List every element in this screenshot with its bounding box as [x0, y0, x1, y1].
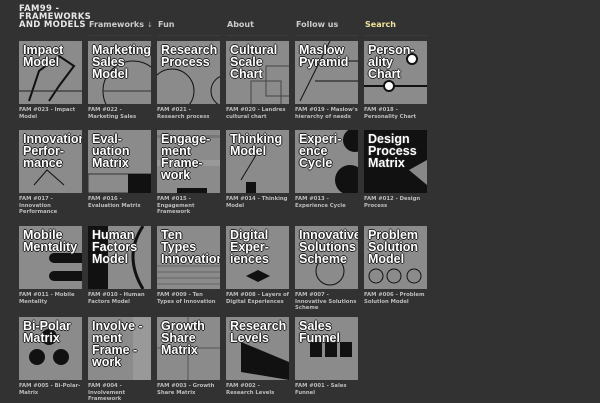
tile-caption[interactable]: FAM #010 - Human Factors Model	[88, 292, 151, 305]
framework-tile[interactable]: Digital Exper- iences FAM #008 - Layers o…	[226, 226, 289, 305]
tile-caption[interactable]: FAM #014 - Thinking Model	[226, 196, 289, 209]
tile-title: Impact Model	[23, 43, 64, 69]
tile-thumbnail[interactable]: Cultural Scale Chart	[226, 41, 289, 104]
tile-thumbnail[interactable]: Growth Share Matrix	[157, 317, 220, 380]
tile-caption[interactable]: FAM #012 - Design Process	[364, 196, 427, 209]
framework-tile[interactable]: Cultural Scale Chart FAM #020 - Landres c…	[226, 41, 289, 120]
tile-caption[interactable]: FAM #016 - Evaluation Matrix	[88, 196, 151, 209]
tile-title: Maslow Pyramid	[299, 43, 349, 69]
tile-caption[interactable]: FAM #003 - Growth Share Matrix	[157, 383, 220, 396]
tile-thumbnail[interactable]: Sales Funnel	[295, 317, 358, 380]
nav-frameworks[interactable]: Frameworks	[89, 20, 151, 36]
framework-tile[interactable]: Problem Solution Model FAM #006 - Problem…	[364, 226, 427, 305]
tile-thumbnail[interactable]: Mobile Mentality	[19, 226, 82, 289]
tile-title: Marketing Sales Model	[92, 43, 151, 81]
tile-thumbnail[interactable]: Innovation Perfor- mance	[19, 130, 82, 193]
tile-title: Person- ality Chart	[368, 43, 415, 81]
arrow-down-icon[interactable]: ↓	[147, 21, 153, 29]
framework-tile[interactable]: Involve - ment Frame - work FAM #004 - In…	[88, 317, 151, 403]
framework-tile[interactable]: Ten Types Innovation FAM #009 - Ten Types…	[157, 226, 220, 305]
tile-title: Ten Types Innovation	[161, 228, 220, 266]
framework-tile[interactable]: Experi- ence Cycle FAM #013 - Experience …	[295, 130, 358, 209]
framework-tile[interactable]: Research Process FAM #021 - Research proc…	[157, 41, 220, 120]
tile-title: Digital Exper- iences	[230, 228, 269, 266]
framework-tile[interactable]: Maslow Pyramid FAM #019 - Maslow's hierar…	[295, 41, 358, 120]
framework-tile[interactable]: Bi-Polar Matrix FAM #005 - Bi-Polar-Matri…	[19, 317, 82, 396]
tile-title: Research Process	[161, 43, 218, 69]
framework-tile[interactable]: Human Factors Model FAM #010 - Human Fact…	[88, 226, 151, 305]
framework-tile[interactable]: Thinking Model FAM #014 - Thinking Model	[226, 130, 289, 209]
framework-tile[interactable]: Innovation Perfor- mance FAM #017 - Innov…	[19, 130, 82, 216]
tile-thumbnail[interactable]: Eval- uation Matrix	[88, 130, 151, 193]
tile-caption[interactable]: FAM #015 - Engagement Framework	[157, 196, 220, 216]
tile-title: Innovative Solutions Scheme	[299, 228, 358, 266]
tile-caption[interactable]: FAM #020 - Landres cultural chart	[226, 107, 289, 120]
tile-caption[interactable]: FAM #005 - Bi-Polar-Matrix	[19, 383, 82, 396]
tile-caption[interactable]: FAM #008 - Layers of Digital Experiences	[226, 292, 289, 305]
tile-caption[interactable]: FAM #018 - Personality Chart	[364, 107, 427, 120]
tile-title: Eval- uation Matrix	[92, 132, 130, 170]
framework-tile[interactable]: Eval- uation Matrix FAM #016 - Evaluation…	[88, 130, 151, 209]
nav-fun[interactable]: Fun	[158, 20, 220, 36]
tile-thumbnail[interactable]: Marketing Sales Model	[88, 41, 151, 104]
tile-thumbnail[interactable]: Involve - ment Frame - work	[88, 317, 151, 380]
framework-tile[interactable]: Engage- ment Frame- work FAM #015 - Engag…	[157, 130, 220, 216]
tile-title: Bi-Polar Matrix	[23, 319, 71, 345]
nav-about[interactable]: About	[227, 20, 289, 36]
tile-caption[interactable]: FAM #002 - Research Levels	[226, 383, 289, 396]
tile-thumbnail[interactable]: Research Process	[157, 41, 220, 104]
nav-search[interactable]: Search	[365, 20, 427, 36]
tile-title: Research Levels	[230, 319, 287, 345]
framework-tile[interactable]: Growth Share Matrix FAM #003 - Growth Sha…	[157, 317, 220, 396]
tile-title: Growth Share Matrix	[161, 319, 205, 357]
tile-title: Cultural Scale Chart	[230, 43, 278, 81]
tile-title: Mobile Mentality	[23, 228, 78, 254]
tile-caption[interactable]: FAM #021 - Research process	[157, 107, 220, 120]
tile-caption[interactable]: FAM #013 - Experience Cycle	[295, 196, 358, 209]
tile-caption[interactable]: FAM #009 - Ten Types of Innovation	[157, 292, 220, 305]
tile-thumbnail[interactable]: Human Factors Model	[88, 226, 151, 289]
tile-title: Design Process Matrix	[368, 132, 417, 170]
tile-title: Problem Solution Model	[368, 228, 419, 266]
tile-thumbnail[interactable]: Engage- ment Frame- work	[157, 130, 220, 193]
tile-thumbnail[interactable]: Digital Exper- iences	[226, 226, 289, 289]
tile-thumbnail[interactable]: Experi- ence Cycle	[295, 130, 358, 193]
tile-thumbnail[interactable]: Ten Types Innovation	[157, 226, 220, 289]
tile-title: Involve - ment Frame - work	[92, 319, 143, 369]
tile-caption[interactable]: FAM #019 - Maslow's hierarchy of needs	[295, 107, 358, 120]
tile-title: Experi- ence Cycle	[299, 132, 342, 170]
tile-title: Sales Funnel	[299, 319, 340, 345]
tile-caption[interactable]: FAM #001 - Sales Funnel	[295, 383, 358, 396]
tile-caption[interactable]: FAM #007 - Innovative Solutions Scheme	[295, 292, 358, 312]
tile-caption[interactable]: FAM #017 - Innovation Performance	[19, 196, 82, 216]
tile-caption[interactable]: FAM #022 - Marketing Sales	[88, 107, 151, 120]
tile-title: Innovation Perfor- mance	[23, 132, 82, 170]
framework-tile[interactable]: Research Levels FAM #002 - Research Level…	[226, 317, 289, 396]
tile-caption[interactable]: FAM #006 - Problem Solution Model	[364, 292, 427, 305]
tile-thumbnail[interactable]: Innovative Solutions Scheme	[295, 226, 358, 289]
framework-tile[interactable]: Innovative Solutions Scheme FAM #007 - In…	[295, 226, 358, 312]
framework-tile[interactable]: Impact Model FAM #023 - Impact Model	[19, 41, 82, 120]
tile-thumbnail[interactable]: Person- ality Chart	[364, 41, 427, 104]
framework-tile[interactable]: Design Process Matrix FAM #012 - Design P…	[364, 130, 427, 209]
tile-thumbnail[interactable]: Problem Solution Model	[364, 226, 427, 289]
tile-thumbnail[interactable]: Design Process Matrix	[364, 130, 427, 193]
nav-follow-us[interactable]: Follow us	[296, 20, 358, 36]
tile-caption[interactable]: FAM #011 - Mobile Mentality	[19, 292, 82, 305]
tile-title: Engage- ment Frame- work	[161, 132, 211, 182]
tile-title: Thinking Model	[230, 132, 283, 158]
tile-thumbnail[interactable]: Impact Model	[19, 41, 82, 104]
tile-title: Human Factors Model	[92, 228, 138, 266]
tile-caption[interactable]: FAM #023 - Impact Model	[19, 107, 82, 120]
framework-tile[interactable]: Mobile Mentality FAM #011 - Mobile Mental…	[19, 226, 82, 305]
framework-tile[interactable]: Sales Funnel FAM #001 - Sales Funnel	[295, 317, 358, 396]
site-logo[interactable]: FAM99 - FRAMEWORKS AND MODELS	[19, 5, 91, 30]
tile-thumbnail[interactable]: Bi-Polar Matrix	[19, 317, 82, 380]
framework-tile[interactable]: Person- ality Chart FAM #018 - Personalit…	[364, 41, 427, 120]
tile-thumbnail[interactable]: Thinking Model	[226, 130, 289, 193]
tile-thumbnail[interactable]: Research Levels	[226, 317, 289, 380]
framework-tile[interactable]: Marketing Sales Model FAM #022 - Marketin…	[88, 41, 151, 120]
tile-thumbnail[interactable]: Maslow Pyramid	[295, 41, 358, 104]
